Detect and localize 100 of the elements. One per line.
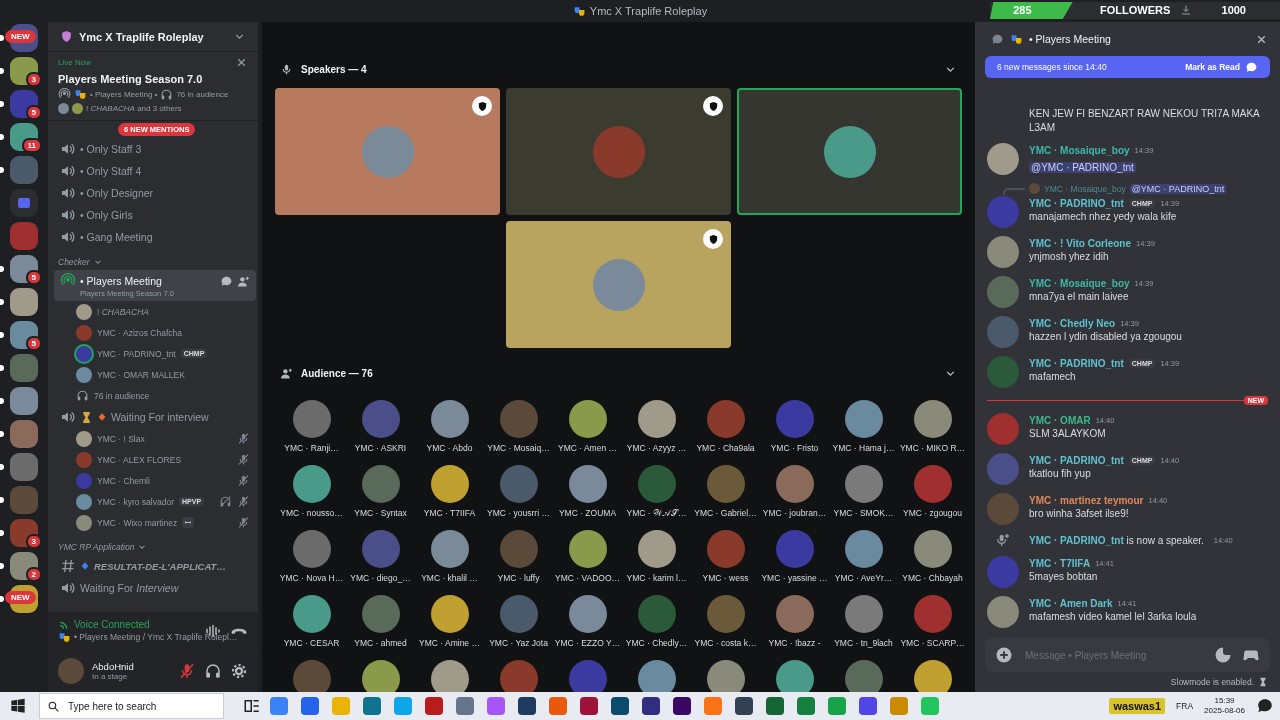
message-author[interactable]: YMC · ! Vito Corleone [1029, 237, 1132, 249]
taskbar-search-field[interactable]: Type here to search [39, 693, 224, 719]
voice-member[interactable]: YMC · Chemli [54, 470, 256, 491]
audience-member-name: YMC · ASKRI [354, 443, 407, 453]
language-indicator[interactable]: FRA [1176, 701, 1194, 711]
hourglass-icon [80, 410, 93, 424]
mark-as-read-link[interactable]: Mark as Read [1185, 62, 1240, 72]
chat-bubble-icon[interactable] [220, 274, 233, 288]
channel-item[interactable]: Waiting For Interview [54, 577, 256, 599]
audience-member-name: YMC · Nova H… [279, 573, 344, 583]
settings-icon[interactable] [230, 662, 248, 680]
notifications-icon[interactable] [1256, 697, 1274, 715]
voice-location[interactable]: • Players Meeting / Ymc X Traplife Rolepl… [74, 632, 238, 642]
avatar-photo [361, 530, 400, 568]
muted-mic-icon[interactable] [178, 662, 196, 680]
channel-item[interactable]: • Gang Meeting [54, 226, 256, 248]
new-messages-bar[interactable]: 6 new messages since 14:40 Mark as Read [985, 56, 1270, 78]
category-header[interactable]: Checker [54, 248, 256, 270]
audience-member-name: YMC · Amen … [557, 443, 617, 453]
diamond-icon [80, 561, 90, 571]
speaker-tile[interactable] [737, 88, 962, 215]
message-author[interactable]: YMC · OMAR [1029, 414, 1091, 426]
message-author[interactable]: YMC · Chedly Neo [1029, 317, 1116, 329]
channel-item[interactable]: • Only Girls [54, 204, 256, 226]
taskbar-app-icon[interactable] [611, 697, 629, 715]
voice-member[interactable]: ! CHABACHA [54, 301, 256, 322]
message-author[interactable]: YMC · PADRINO_tnt [1029, 197, 1124, 209]
taskbar-app-icon[interactable] [301, 697, 319, 715]
taskbar-app-icon[interactable] [456, 697, 474, 715]
followers-goal: 1000 [1221, 4, 1246, 16]
message-author[interactable]: YMC · PADRINO_tnt [1029, 357, 1124, 369]
avatar-photo [292, 595, 331, 633]
headphones-icon [160, 88, 174, 101]
speaker-tile[interactable] [506, 88, 731, 215]
avatar-photo [499, 400, 538, 438]
taskbar-app-icon[interactable] [735, 697, 753, 715]
taskbar-app-icon[interactable] [580, 697, 598, 715]
channel-item[interactable]: • Only Staff 3 [54, 138, 256, 160]
audience-member-name: YMC · Syntax [354, 508, 407, 518]
message-author[interactable]: YMC · PADRINO_tnt [1029, 454, 1124, 466]
server-folder[interactable] [10, 189, 38, 217]
taskbar-app-icon[interactable] [518, 697, 536, 715]
taskbar-app-icon[interactable] [425, 697, 443, 715]
audience-member-name: YMC · !bazz - [768, 638, 821, 648]
taskbar-app-icon[interactable] [797, 697, 815, 715]
avatar-photo [292, 530, 331, 568]
add-person-icon[interactable] [237, 274, 250, 288]
task-view-icon[interactable] [243, 697, 261, 715]
voice-member[interactable]: YMC · ALEX FLORES [54, 449, 256, 470]
headphones-icon [76, 389, 89, 402]
mention-count-badge: 11 [21, 138, 42, 153]
audience-member-name: YMC · Hama j… [832, 443, 895, 453]
taskbar-app-icon[interactable] [766, 697, 784, 715]
people-icon [280, 366, 293, 380]
audience-member-name: YMC · Mosaiq… [487, 443, 550, 453]
voice-member[interactable]: YMC · OMAR MALLEK [54, 364, 256, 385]
speaker-icon [60, 141, 76, 157]
message-author[interactable]: YMC · Amen Dark [1029, 597, 1113, 609]
audience-member-name: YMC · khalil … [421, 573, 478, 583]
audience-member-name: YMC · Gabriel… [694, 508, 757, 518]
diamond-icon [97, 412, 107, 422]
reply-mention[interactable]: @YMC · PADRINO_tnt [1129, 183, 1227, 194]
voice-member[interactable]: YMC · Azizos Chafcha [54, 322, 256, 343]
folder-icon [18, 198, 30, 208]
reply-connector [1003, 188, 1025, 195]
audience-member-name: YMC · Abdo [426, 443, 473, 453]
audience-member-name: YMC · yassine … [761, 573, 828, 583]
server-icon[interactable] [10, 288, 38, 316]
download-icon [1180, 4, 1192, 16]
avatar-photo [1029, 183, 1040, 194]
taskbar-app-icon[interactable] [642, 697, 660, 715]
add-attachment-icon[interactable] [995, 646, 1013, 664]
taskbar-app-icon[interactable] [673, 697, 691, 715]
headphones-icon[interactable] [204, 662, 222, 680]
category-header[interactable]: YMC RP Application [54, 533, 256, 555]
close-icon[interactable] [235, 56, 248, 69]
speaker-tile[interactable] [506, 221, 731, 348]
channel-item[interactable]: • Only Designer [54, 182, 256, 204]
user-mention[interactable]: @YMC · PADRINO_tnt [1029, 162, 1136, 173]
windows-start-icon[interactable] [10, 698, 26, 714]
channel-item[interactable]: Waiting For interview [54, 406, 256, 428]
speaker-tile[interactable] [275, 88, 500, 215]
channel-item[interactable]: • Only Staff 4 [54, 160, 256, 182]
new-badge: NEW [5, 30, 36, 43]
message-text: bro winha 3afset ilse9! [1029, 507, 1130, 521]
audience-count: 76 in audience [94, 390, 150, 401]
message-author[interactable]: YMC · martinez teymour [1029, 494, 1144, 506]
voice-member[interactable]: YMC · ! Slax [54, 428, 256, 449]
message-author[interactable]: YMC · Mosaique_boy [1029, 144, 1130, 156]
message-author[interactable]: YMC · T7IIFA [1029, 557, 1091, 569]
avatar-photo [987, 356, 1019, 388]
taskbar-app-icon[interactable] [859, 697, 877, 715]
avatar-photo [844, 530, 883, 568]
taskbar-app-icon[interactable] [363, 697, 381, 715]
avatar-photo [568, 465, 607, 503]
avatar-photo [361, 465, 400, 503]
avatar-photo [913, 530, 952, 568]
channel-item[interactable]: RESULTAT-DE-L'APPLICAT… [54, 555, 256, 577]
live-status: Live Now [58, 58, 91, 67]
message-author[interactable]: YMC · Mosaique_boy [1029, 277, 1130, 289]
